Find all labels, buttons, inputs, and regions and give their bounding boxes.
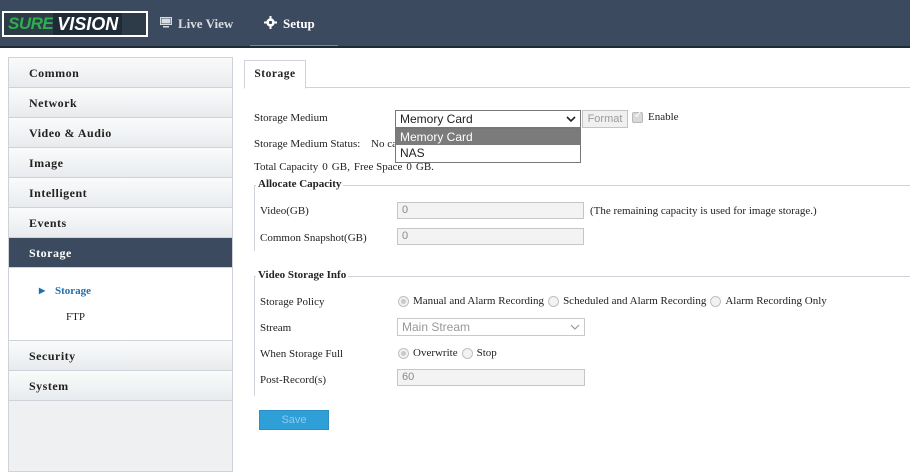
gear-icon [264, 15, 277, 33]
stream-value: Main Stream [402, 320, 471, 334]
sidebar-item-image[interactable]: Image [9, 148, 232, 178]
enable-checkbox[interactable] [632, 110, 643, 123]
video-gb-label: Video(GB) [260, 205, 309, 217]
video-storage-info-legend: Video Storage Info [256, 269, 349, 281]
save-button[interactable]: Save [259, 410, 329, 430]
sidebar-item-security[interactable]: Security [9, 341, 232, 371]
video-gb-input[interactable]: 0 [397, 202, 584, 219]
post-record-label: Post-Record(s) [260, 374, 326, 386]
snapshot-gb-label: Common Snapshot(GB) [260, 232, 367, 244]
storage-medium-select[interactable]: Memory Card [395, 110, 581, 128]
radio-manual-alarm-label: Manual and Alarm Recording [413, 295, 545, 307]
sidebar-item-intelligent[interactable]: Intelligent [9, 178, 232, 208]
storage-policy-label: Storage Policy [260, 296, 325, 308]
sidebar-subitem-ftp[interactable]: FTP [9, 304, 232, 330]
storage-medium-dropdown-list: Memory Card NAS [395, 128, 581, 163]
format-button[interactable]: Format [582, 110, 628, 128]
logo-text-vision: VISION [53, 13, 123, 35]
triangle-right-icon: ▶ [39, 286, 46, 295]
radio-scheduled-alarm[interactable] [548, 295, 560, 307]
radio-overwrite-label: Overwrite [413, 347, 458, 359]
radio-scheduled-alarm-label: Scheduled and Alarm Recording [563, 295, 707, 307]
logo-text-sure: SURE [8, 14, 54, 33]
allocate-capacity-legend: Allocate Capacity [256, 178, 344, 190]
radio-overwrite[interactable] [398, 347, 409, 359]
total-capacity-label: Total Capacity [254, 161, 319, 173]
stream-label: Stream [260, 322, 292, 334]
storage-policy-radio-group: Manual and Alarm Recording Scheduled and… [398, 295, 831, 307]
sidebar-subitem-storage-label: Storage [55, 285, 92, 297]
sidebar-subitem-storage[interactable]: ▶ Storage [9, 278, 232, 304]
storage-medium-label: Storage Medium [254, 112, 328, 124]
video-gb-note: (The remaining capacity is used for imag… [590, 205, 817, 217]
chevron-down-icon [570, 319, 580, 340]
monitor-icon [160, 16, 172, 32]
stream-select[interactable]: Main Stream [397, 318, 585, 336]
enable-label: Enable [648, 111, 679, 123]
total-capacity-unit: GB, [331, 161, 350, 173]
sidebar-item-common[interactable]: Common [9, 58, 232, 88]
sidebar-item-events[interactable]: Events [9, 208, 232, 238]
nav-setup[interactable]: Setup [250, 0, 338, 48]
when-storage-full-radio-group: Overwrite Stop [398, 347, 501, 359]
snapshot-gb-input[interactable]: 0 [397, 228, 584, 245]
nav-live-view-label: Live View [178, 16, 234, 31]
radio-alarm-only[interactable] [710, 295, 722, 307]
nav-live-view[interactable]: Live View [160, 0, 233, 48]
sidebar-item-video-audio[interactable]: Video & Audio [9, 118, 232, 148]
dropdown-option-memory-card[interactable]: Memory Card [396, 129, 580, 145]
sidebar-storage-submenu: ▶ Storage FTP [9, 268, 232, 341]
sidebar: Common Network Video & Audio Image Intel… [8, 57, 233, 472]
surevision-logo: SURE VISION [2, 11, 148, 37]
radio-alarm-only-label: Alarm Recording Only [725, 295, 827, 307]
sidebar-item-system[interactable]: System [9, 371, 232, 401]
nav-setup-label: Setup [283, 16, 315, 31]
sidebar-item-network[interactable]: Network [9, 88, 232, 118]
top-bar: SURE VISION Live View Setup [0, 0, 910, 48]
radio-manual-alarm[interactable] [398, 295, 409, 307]
sidebar-item-storage[interactable]: Storage [9, 238, 232, 268]
total-capacity-value: 0 [322, 161, 328, 173]
dropdown-option-nas[interactable]: NAS [396, 145, 580, 161]
storage-medium-value: Memory Card [400, 112, 473, 126]
post-record-input[interactable]: 60 [397, 369, 585, 386]
radio-stop-label: Stop [476, 347, 497, 359]
radio-stop[interactable] [461, 347, 473, 359]
storage-status-label: Storage Medium Status: [254, 138, 361, 150]
when-storage-full-label: When Storage Full [260, 348, 344, 360]
top-bar-divider [0, 46, 910, 48]
tab-bar: Storage [244, 60, 910, 89]
storage-status-value: No ca [371, 138, 397, 150]
tab-storage[interactable]: Storage [244, 60, 306, 89]
